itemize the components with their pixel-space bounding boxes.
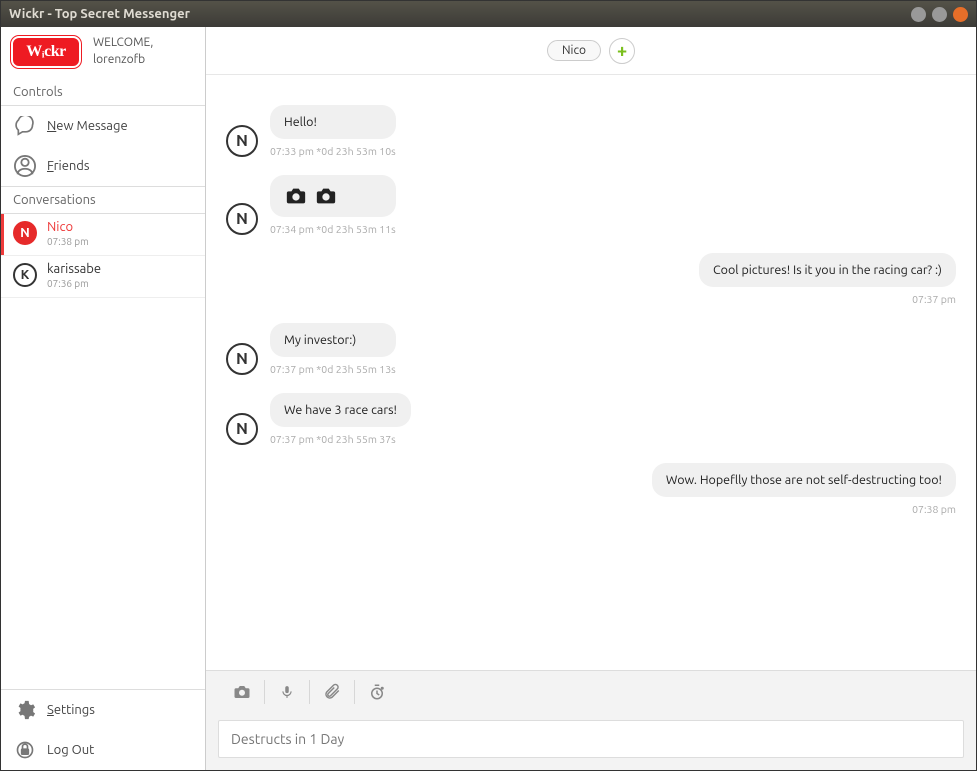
message-meta: 07:34 pm *0d 23h 53m 11s — [270, 223, 396, 235]
camera-icon — [284, 185, 308, 207]
message-in: N My investor:) 07:37 pm *0d 23h 55m 13s — [226, 323, 956, 375]
message-bubble: Wow. Hopeflly those are not self-destruc… — [652, 463, 956, 497]
conversation-name: Nico — [47, 220, 89, 234]
chat-header: Nico + — [206, 27, 976, 75]
friends-label: Friends — [47, 159, 90, 173]
titlebar: Wickr - Top Secret Messenger — [1, 1, 976, 27]
add-participant-button[interactable]: + — [609, 38, 635, 64]
settings-button[interactable]: Settings — [1, 690, 205, 730]
message-meta: 07:38 pm — [912, 503, 956, 515]
gear-icon — [13, 698, 37, 722]
message-meta: 07:37 pm — [912, 293, 956, 305]
welcome-text: WELCOME, lorenzofb — [93, 35, 153, 69]
conversation-item-karissabe[interactable]: K karissabe 07:36 pm — [1, 256, 205, 298]
window-minimize-button[interactable] — [911, 7, 926, 22]
conversation-time: 07:38 pm — [47, 236, 89, 247]
friends-button[interactable]: Friends — [1, 146, 205, 186]
camera-icon — [314, 185, 338, 207]
composer-toolbar — [206, 670, 976, 712]
message-out: Cool pictures! Is it you in the racing c… — [226, 253, 956, 305]
message-bubble[interactable] — [270, 175, 396, 217]
attachment-button[interactable] — [310, 671, 354, 713]
controls-header: Controls — [1, 79, 205, 106]
new-message-button[interactable]: New Message — [1, 106, 205, 146]
sidebar: Wᵢckr WELCOME, lorenzofb Controls New Me… — [1, 27, 206, 770]
welcome-block: Wᵢckr WELCOME, lorenzofb — [1, 27, 205, 79]
message-in: N Hello! 07:33 pm *0d 23h 53m 10s — [226, 105, 956, 157]
message-in-photos: N 07:34 pm *0d 23h 53m 11s — [226, 175, 956, 235]
microphone-button[interactable] — [265, 671, 309, 713]
welcome-line1: WELCOME, — [93, 35, 153, 52]
message-avatar: N — [226, 413, 258, 445]
message-avatar: N — [226, 343, 258, 375]
message-input[interactable] — [218, 720, 964, 758]
message-out: Wow. Hopeflly those are not self-destruc… — [226, 463, 956, 515]
message-in: N We have 3 race cars! 07:37 pm *0d 23h … — [226, 393, 956, 445]
message-bubble: We have 3 race cars! — [270, 393, 411, 427]
message-meta: 07:37 pm *0d 23h 55m 37s — [270, 433, 411, 445]
message-bubble: Hello! — [270, 105, 396, 139]
window-close-button[interactable] — [953, 7, 968, 22]
settings-label: Settings — [47, 703, 95, 717]
message-bubble: Cool pictures! Is it you in the racing c… — [699, 253, 956, 287]
conversation-item-nico[interactable]: N Nico 07:38 pm — [1, 214, 205, 256]
avatar: K — [13, 263, 37, 287]
window-maximize-button[interactable] — [932, 7, 947, 22]
chat-pane: Nico + N Hello! 07:33 pm *0d 23h 53m 10s… — [206, 27, 976, 770]
camera-button[interactable] — [220, 671, 264, 713]
conversation-name: karissabe — [47, 262, 101, 276]
conversations-header: Conversations — [1, 186, 205, 214]
speech-bubble-icon — [13, 114, 37, 138]
message-avatar: N — [226, 203, 258, 235]
peer-pill[interactable]: Nico — [547, 40, 601, 61]
timer-button[interactable] — [355, 671, 399, 713]
window-title: Wickr - Top Secret Messenger — [9, 7, 905, 21]
messages-list[interactable]: N Hello! 07:33 pm *0d 23h 53m 10s N — [206, 75, 976, 670]
new-message-label: New Message — [47, 119, 128, 133]
logout-button[interactable]: Log Out — [1, 730, 205, 770]
welcome-line2: lorenzofb — [93, 52, 153, 69]
logout-label: Log Out — [47, 743, 94, 757]
composer — [206, 712, 976, 770]
person-icon — [13, 154, 37, 178]
conversation-time: 07:36 pm — [47, 278, 101, 289]
lock-icon — [13, 738, 37, 762]
message-meta: 07:37 pm *0d 23h 55m 13s — [270, 363, 396, 375]
app-logo: Wᵢckr — [11, 36, 81, 68]
message-avatar: N — [226, 125, 258, 157]
message-bubble: My investor:) — [270, 323, 396, 357]
message-meta: 07:33 pm *0d 23h 53m 10s — [270, 145, 396, 157]
avatar: N — [13, 221, 37, 245]
